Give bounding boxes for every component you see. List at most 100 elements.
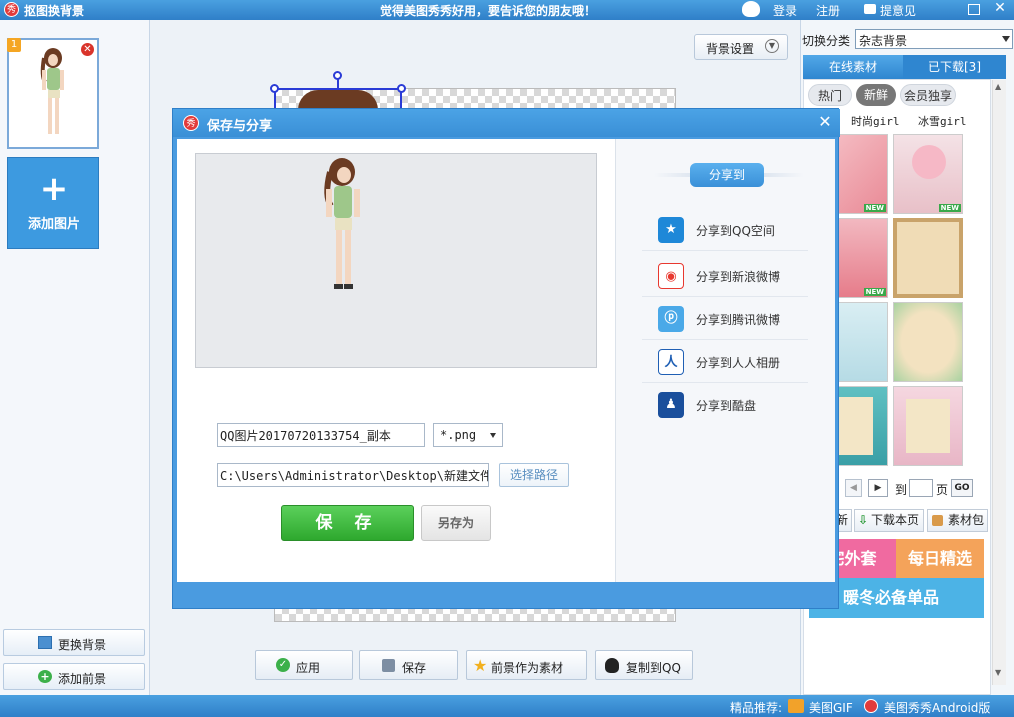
star-icon: ★: [473, 656, 488, 675]
renren-icon: 人: [658, 349, 684, 375]
prev-page-button[interactable]: ◀: [845, 479, 862, 497]
filename-input[interactable]: QQ图片20170720133754_副本: [217, 423, 425, 447]
share-renren[interactable]: 人 分享到人人相册: [642, 341, 808, 383]
feedback-link[interactable]: 提意见: [880, 2, 916, 19]
chevron-down-icon: [1002, 36, 1010, 42]
materials-scrollbar[interactable]: ▲ ▼: [992, 80, 1006, 685]
foreground-as-material-button[interactable]: ★ 前景作为素材: [466, 650, 587, 680]
meitu-logo-icon: [864, 699, 878, 713]
material-thumb-6[interactable]: [893, 302, 963, 382]
resize-handle-tr[interactable]: [397, 84, 406, 93]
add-circle-icon: +: [38, 670, 52, 683]
share-kupan-label: 分享到酷盘: [696, 399, 757, 413]
scroll-down-icon[interactable]: ▼: [995, 668, 1001, 677]
save-path-input[interactable]: C:\Users\Administrator\Desktop\新建文件: [217, 463, 489, 487]
new-badge: NEW: [938, 204, 961, 212]
meitu-gif-link[interactable]: 美图GIF: [809, 699, 853, 716]
scroll-up-icon[interactable]: ▲: [995, 82, 1001, 91]
status-bar: 精品推荐: 美图GIF 美图秀秀Android版: [0, 695, 1014, 717]
apply-label: 应用: [296, 661, 321, 675]
sub-tag-snow-girl[interactable]: 冰雪girl: [918, 113, 967, 129]
filter-hot[interactable]: 热门: [808, 84, 852, 106]
tab-online-materials[interactable]: 在线素材: [803, 55, 903, 79]
share-qzone[interactable]: ★ 分享到QQ空间: [642, 209, 808, 251]
share-kupan[interactable]: ♟ 分享到酷盘: [642, 384, 808, 426]
gif-icon: [788, 699, 804, 713]
copy-to-qq-button[interactable]: 复制到QQ: [595, 650, 693, 680]
login-link[interactable]: 登录: [773, 2, 797, 19]
add-image-button[interactable]: + 添加图片: [7, 157, 99, 249]
share-sina-weibo-label: 分享到新浪微博: [696, 270, 781, 284]
delete-icon[interactable]: ✕: [80, 42, 95, 57]
close-icon[interactable]: ✕: [993, 1, 1007, 15]
share-sina-weibo[interactable]: ◉ 分享到新浪微博: [642, 255, 808, 297]
share-tencent-weibo-label: 分享到腾讯微博: [696, 313, 781, 327]
frame-graphic: [833, 397, 873, 455]
material-pack-label: 素材包: [948, 513, 985, 527]
new-badge: NEW: [863, 204, 886, 212]
ice-cream-graphic: [912, 145, 946, 179]
change-background-label: 更换背景: [58, 638, 107, 652]
promo-daily-label: 每日精选: [907, 549, 972, 568]
share-tencent-weibo[interactable]: ⓟ 分享到腾讯微博: [642, 298, 808, 340]
chevron-down-icon: ▼: [765, 39, 779, 53]
category-select[interactable]: 杂志背景: [855, 29, 1013, 49]
promo-banner-daily[interactable]: 每日精选: [896, 539, 984, 578]
foreground-hair: [298, 90, 378, 110]
next-page-button[interactable]: ▶: [868, 479, 888, 497]
go-button[interactable]: GO: [951, 479, 973, 497]
file-type-select[interactable]: *.png: [433, 423, 503, 447]
rotate-handle-line: [337, 79, 339, 89]
meitu-android-link[interactable]: 美图秀秀Android版: [884, 699, 990, 716]
material-thumb-8[interactable]: [893, 386, 963, 466]
girl-figure-preview: [324, 158, 360, 289]
share-renren-label: 分享到人人相册: [696, 356, 781, 370]
material-thumb-2[interactable]: NEW: [893, 134, 963, 214]
share-panel: 分享到 ★ 分享到QQ空间 ◉ 分享到新浪微博 ⓟ 分享到腾讯微博 人 分享到人…: [615, 139, 835, 582]
feedback-icon: [864, 4, 876, 14]
apply-button[interactable]: ✓ 应用: [255, 650, 353, 680]
filter-vip[interactable]: 会员独享: [900, 84, 956, 106]
save-button[interactable]: 保存: [359, 650, 458, 680]
add-image-label: 添加图片: [27, 217, 80, 232]
dialog-save-button[interactable]: 保 存: [281, 505, 414, 541]
girl-figure-thumb: [40, 48, 64, 134]
page-label: 页: [936, 483, 949, 497]
share-to-label: 分享到: [690, 163, 764, 187]
share-qzone-label: 分享到QQ空间: [696, 224, 775, 238]
picture-icon: [38, 636, 52, 649]
goto-label: 到: [895, 483, 908, 497]
sub-tag-fashion-girl[interactable]: 时尚girl: [851, 113, 900, 129]
resize-handle-tl[interactable]: [270, 84, 279, 93]
file-type-value: *.png: [440, 428, 477, 442]
page-input[interactable]: [909, 479, 933, 497]
recommend-label: 精品推荐:: [730, 701, 783, 715]
register-link[interactable]: 注册: [816, 2, 840, 19]
save-as-button[interactable]: 另存为: [421, 505, 491, 541]
download-page-button[interactable]: ⇩ 下载本页: [854, 509, 924, 532]
material-thumb-4[interactable]: [893, 218, 963, 298]
slogan-text: 觉得美图秀秀好用，要告诉您的朋友哦！: [380, 4, 597, 18]
app-title: 抠图换背景: [24, 4, 85, 18]
change-background-button[interactable]: 更换背景: [3, 629, 145, 656]
user-avatar-icon[interactable]: [742, 1, 760, 17]
image-thumbnail[interactable]: 1 ✕: [7, 38, 99, 149]
tab-downloaded[interactable]: 已下载[3]: [903, 55, 1006, 79]
filter-hot-label: 热门: [817, 89, 842, 103]
switch-category-label: 切换分类: [802, 34, 851, 48]
material-pack-button[interactable]: 素材包: [927, 509, 988, 532]
filter-new[interactable]: 新鲜: [856, 84, 896, 106]
dialog-title-bar: 秀 保存与分享 ✕: [173, 109, 840, 137]
add-foreground-label: 添加前景: [58, 672, 107, 686]
add-foreground-button[interactable]: + 添加前景: [3, 663, 145, 690]
maximize-button[interactable]: [968, 4, 980, 15]
background-settings-button[interactable]: 背景设置 ▼: [694, 34, 788, 60]
app-logo-icon: 秀: [183, 115, 199, 131]
frame-graphic: [906, 399, 950, 453]
dialog-body: QQ图片20170720133754_副本 *.png C:\Users\Adm…: [177, 139, 835, 582]
app-logo-icon: 秀: [4, 2, 19, 17]
category-select-value: 杂志背景: [859, 34, 908, 48]
close-icon[interactable]: ✕: [816, 113, 834, 131]
choose-path-button[interactable]: 选择路径: [499, 463, 569, 487]
copy-to-qq-label: 复制到QQ: [626, 661, 681, 675]
